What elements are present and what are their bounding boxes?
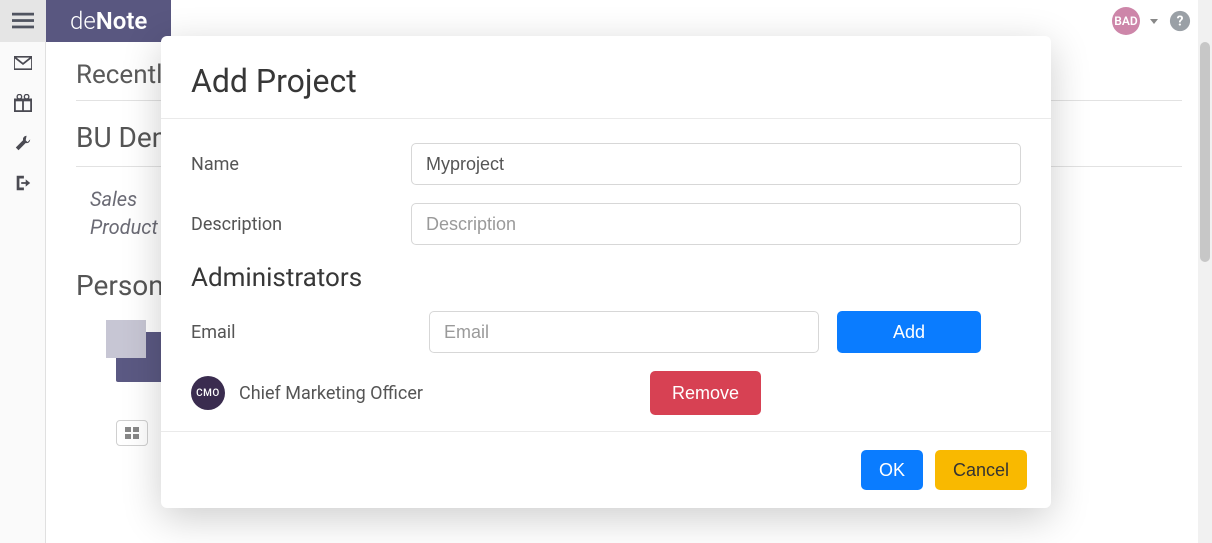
wrench-icon[interactable] [13, 134, 33, 152]
user-avatar[interactable]: BAD [1112, 7, 1140, 35]
brand-bold: Note [96, 7, 148, 35]
description-label: Description [191, 214, 411, 235]
menu-toggle[interactable] [0, 0, 46, 42]
brand-prefix: de [70, 7, 96, 35]
add-project-modal: Add Project Name Description Administrat… [161, 36, 1051, 508]
email-input[interactable] [429, 311, 819, 353]
email-row: Email Add [191, 311, 1021, 353]
modal-footer: OK Cancel [161, 431, 1051, 508]
envelope-icon[interactable] [13, 54, 33, 72]
topbar-right: BAD ? [1112, 7, 1212, 35]
admin-row: CMO Chief Marketing Officer Remove [191, 371, 1021, 415]
description-row: Description [191, 203, 1021, 245]
user-menu-caret-icon[interactable] [1150, 19, 1158, 24]
cancel-button[interactable]: Cancel [935, 450, 1027, 490]
modal-title: Add Project [191, 62, 1021, 100]
modal-body: Name Description Administrators Email Ad… [161, 119, 1051, 431]
ok-button[interactable]: OK [861, 450, 923, 490]
name-label: Name [191, 154, 411, 175]
help-icon[interactable]: ? [1168, 9, 1192, 33]
name-input[interactable] [411, 143, 1021, 185]
sidebar [0, 42, 46, 543]
email-label: Email [191, 322, 411, 343]
admin-name: Chief Marketing Officer [239, 383, 423, 404]
administrators-title: Administrators [191, 263, 1021, 293]
modal-header: Add Project [161, 36, 1051, 119]
hamburger-icon [12, 12, 34, 30]
svg-text:?: ? [1177, 14, 1184, 30]
name-row: Name [191, 143, 1021, 185]
gift-icon[interactable] [13, 94, 33, 112]
add-button[interactable]: Add [837, 311, 981, 353]
grid-view-toggle[interactable] [116, 420, 148, 446]
brand-logo[interactable]: deNote [46, 0, 171, 42]
exit-icon[interactable] [13, 174, 33, 192]
remove-button[interactable]: Remove [650, 371, 761, 415]
admin-avatar: CMO [191, 376, 225, 410]
description-input[interactable] [411, 203, 1021, 245]
modal-backdrop: Add Project Name Description Administrat… [0, 0, 1212, 543]
